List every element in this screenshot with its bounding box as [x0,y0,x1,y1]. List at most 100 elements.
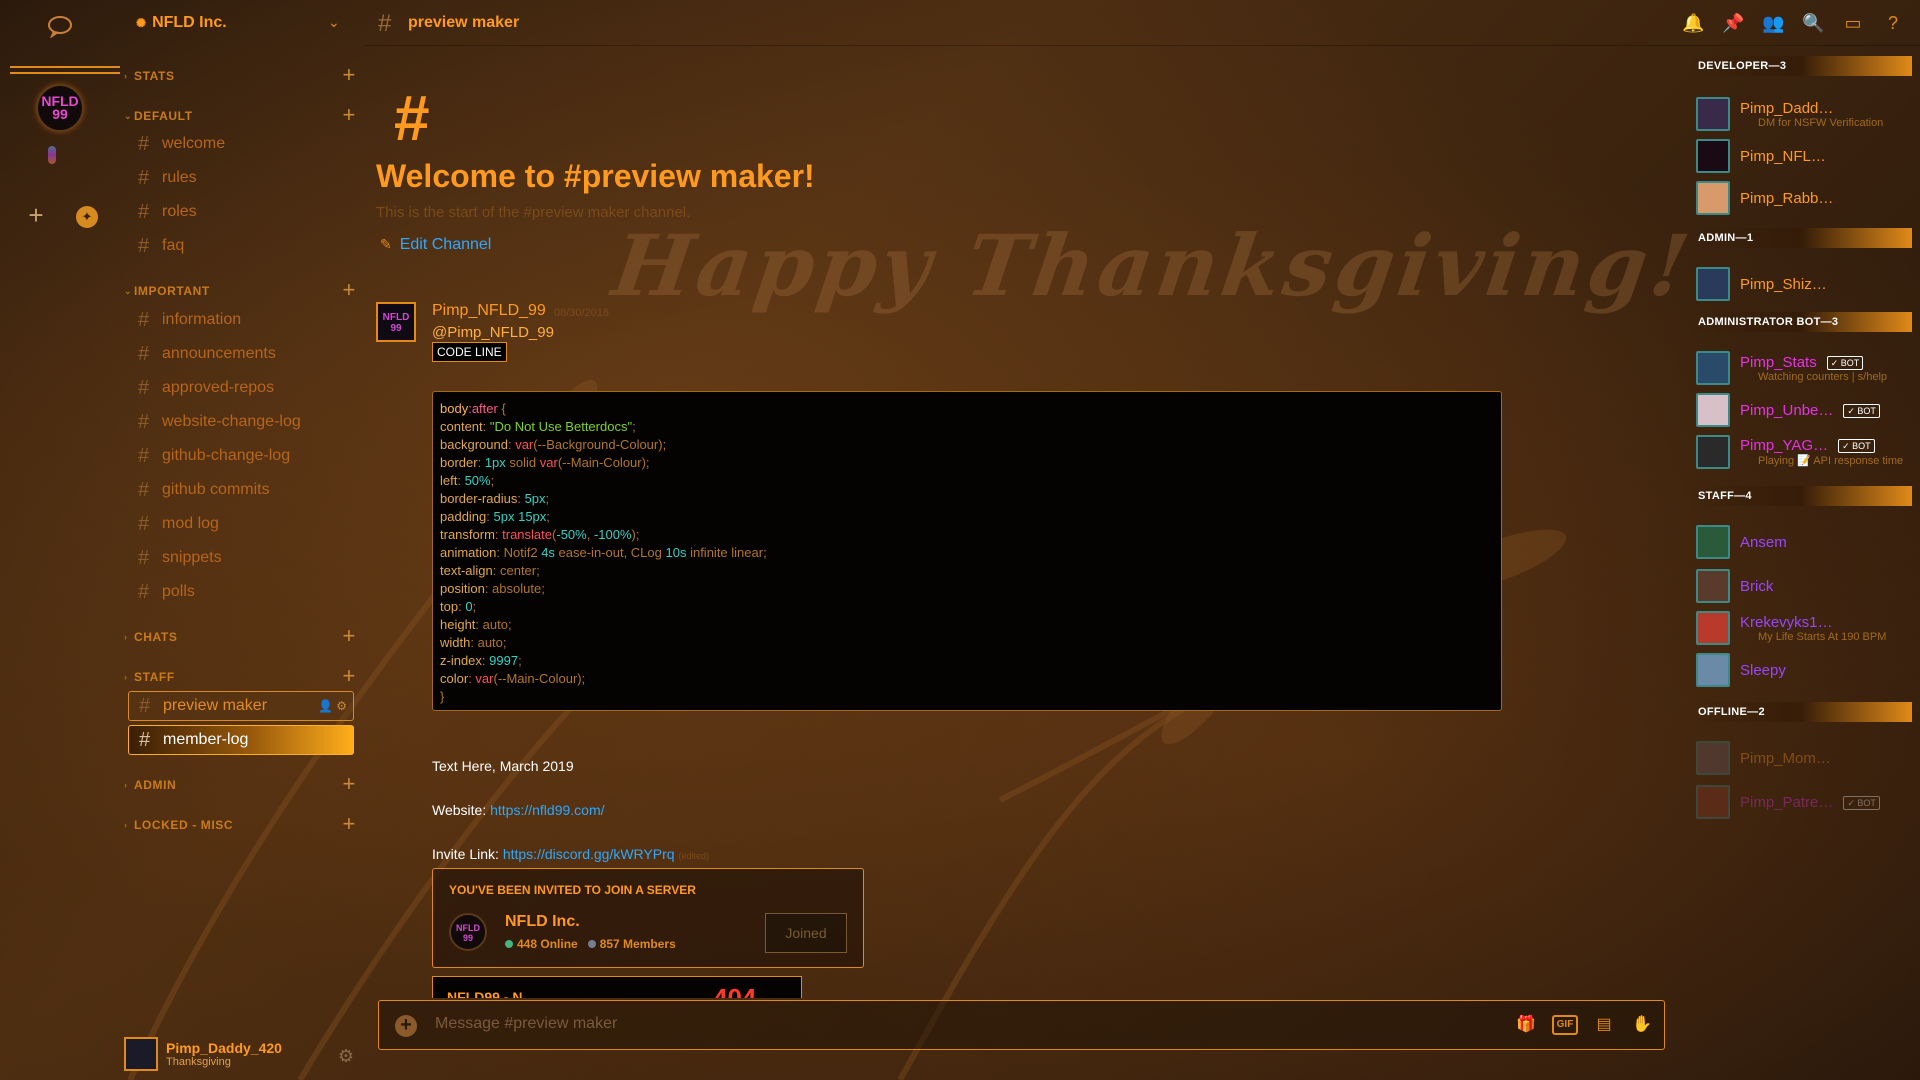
server-name-button[interactable]: ✺ NFLD Inc. [136,14,227,32]
channel-information[interactable]: # information [128,305,354,335]
add-channel-icon[interactable]: + [343,102,356,128]
emoji-icon[interactable]: ✋ [1630,1013,1654,1037]
online-label: 448 Online [517,937,578,951]
link-embed[interactable]: NFLD99 - N 404 [432,976,802,998]
member-name-text: Pimp_YAG… [1740,437,1829,454]
direct-messages-icon[interactable] [46,14,74,38]
server-icon-nfld[interactable]: NFLD 99 [36,84,84,132]
channel-roles[interactable]: # roles [128,197,354,227]
code-line: transform: translate(-50%, -100%); [440,526,1494,544]
member-item[interactable]: Pimp_Shiz… [1696,264,1912,304]
category-default[interactable]: ⌄ DEFAULT + [124,102,356,127]
invite-link[interactable]: https://discord.gg/kWRYPrq [503,846,675,862]
avatar[interactable] [1696,351,1730,385]
channel-announcements[interactable]: # announcements [128,339,354,369]
chevron-down-icon[interactable]: ⌄ [328,14,340,31]
channel-polls[interactable]: # polls [128,577,354,607]
category-staff[interactable]: › STAFF + [124,663,356,688]
avatar[interactable] [1696,267,1730,301]
add-channel-icon[interactable]: + [343,771,356,797]
pin-icon[interactable]: 📌 [1722,12,1744,34]
add-channel-icon[interactable]: + [343,663,356,689]
channel-approved-repos[interactable]: # approved-repos [128,373,354,403]
avatar[interactable] [1696,785,1730,819]
channel-mod-log[interactable]: # mod log [128,509,354,539]
add-channel-icon[interactable]: + [343,623,356,649]
member-item[interactable]: Krekevyks1… My Life Starts At 190 BPM [1696,608,1912,648]
avatar[interactable] [1696,435,1730,469]
help-icon[interactable]: ? [1882,12,1904,34]
avatar[interactable] [1696,611,1730,645]
avatar[interactable] [1696,741,1730,775]
invite-server-name[interactable]: NFLD Inc. [505,913,580,931]
search-icon[interactable]: 🔍 [1802,12,1824,34]
channel-welcome[interactable]: # welcome [128,129,354,159]
chevron-down-icon: ⌄ [124,110,133,121]
member-item[interactable]: Pimp_Rabb… [1696,178,1912,218]
channel-rules[interactable]: # rules [128,163,354,193]
mention[interactable]: @Pimp_NFLD_99 [432,324,554,341]
member-item[interactable]: Pimp_NFL… [1696,136,1912,176]
code-token: height [440,617,476,632]
member-name: Pimp_Rabb… [1740,190,1833,207]
member-item[interactable]: Sleepy [1696,650,1912,690]
inbox-icon[interactable]: ▭ [1842,12,1864,34]
website-link[interactable]: https://nfld99.com/ [490,802,604,818]
category-locked-misc[interactable]: › LOCKED - MISC + [124,811,356,836]
edit-channel-link[interactable]: ✎ Edit Channel [380,236,491,254]
channel-faq[interactable]: # faq [128,231,354,261]
channel-github-change-log[interactable]: # github-change-log [128,441,354,471]
channel-preview-maker[interactable]: # preview maker 👤 ⚙ [128,691,354,721]
avatar[interactable] [124,1037,158,1071]
invite-server-icon[interactable]: NFLD 99 [449,913,487,951]
member-info: Pimp_NFL… [1740,148,1826,165]
message-input[interactable]: Message #preview maker [435,1015,617,1033]
add-channel-icon[interactable]: + [343,277,356,303]
add-server-icon[interactable]: + [24,202,48,228]
channel-label: rules [162,169,197,186]
member-item[interactable]: Pimp_Unbe… ✓ BOT [1696,390,1912,430]
user-status: Thanksgiving [166,1056,231,1068]
channel-website-change-log[interactable]: # website-change-log [128,407,354,437]
avatar[interactable] [1696,393,1730,427]
channel-member-log[interactable]: # member-log [128,725,354,755]
gear-icon[interactable]: ⚙ [336,699,347,713]
category-admin[interactable]: › ADMIN + [124,771,356,796]
category-important[interactable]: ⌄ IMPORTANT + [124,277,356,302]
avatar[interactable]: NFLD 99 [376,302,416,342]
joined-button[interactable]: Joined [765,913,847,953]
category-chats[interactable]: › CHATS + [124,623,356,648]
member-list-icon[interactable]: 👥 [1762,12,1784,34]
member-item[interactable]: Brick [1696,566,1912,606]
add-channel-icon[interactable]: + [343,811,356,837]
explore-servers-icon[interactable]: ✦ [76,206,98,228]
avatar[interactable] [1696,653,1730,687]
add-channel-icon[interactable]: + [343,62,356,88]
avatar[interactable] [1696,97,1730,131]
member-item[interactable]: Pimp_Patre… ✓ BOT [1696,782,1912,822]
member-item[interactable]: Pimp_Dadd… DM for NSFW Verification [1696,94,1912,134]
category-label: LOCKED - MISC [134,818,234,832]
member-item[interactable]: Pimp_YAG… ✓ BOT Playing 📝 API response tim… [1696,432,1912,472]
category-stats[interactable]: › STATS + [124,62,356,87]
server-icon-placeholder[interactable] [48,146,56,164]
settings-gear-icon[interactable]: ⚙ [338,1046,354,1067]
member-item[interactable]: Pimp_Mom… [1696,738,1912,778]
member-info: Pimp_Unbe… ✓ BOT [1740,402,1880,419]
avatar[interactable] [1696,569,1730,603]
chevron-right-icon: › [124,672,128,682]
member-item[interactable]: Ansem [1696,522,1912,562]
member-item[interactable]: Pimp_Stats ✓ BOT Watching counters | s/hel… [1696,348,1912,388]
avatar[interactable] [1696,139,1730,173]
invite-icon[interactable]: 👤 [318,699,333,713]
avatar[interactable] [1696,181,1730,215]
message-author[interactable]: Pimp_NFLD_99 [432,302,546,320]
avatar[interactable] [1696,525,1730,559]
channel-snippets[interactable]: # snippets [128,543,354,573]
sticker-icon[interactable]: ▤ [1592,1013,1616,1037]
gif-icon[interactable]: GIF [1552,1015,1578,1035]
gift-icon[interactable]: 🎁 [1514,1013,1538,1037]
channel-github-commits[interactable]: # github commits [128,475,354,505]
bell-icon[interactable]: 🔔 [1682,12,1704,34]
upload-plus-icon[interactable]: + [395,1015,417,1037]
